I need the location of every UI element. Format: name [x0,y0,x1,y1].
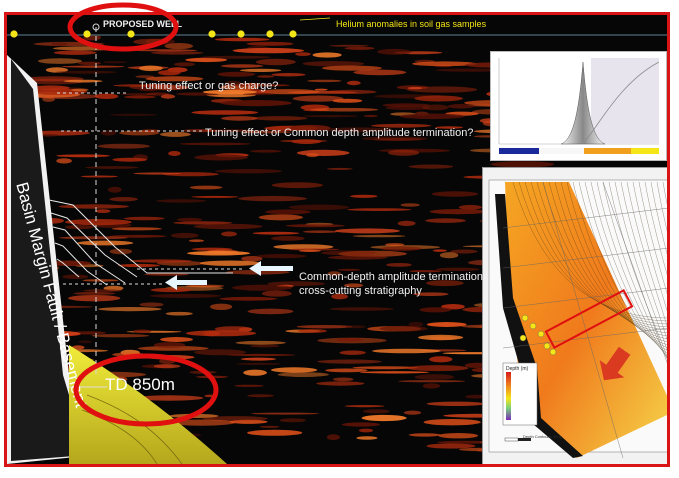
helium-marker [208,30,216,38]
td-label: TD 850m [105,375,175,394]
map-helium-marker [529,322,537,330]
proposed-well-label: PROPOSED WELL [103,19,183,29]
depth-map-inset: Depth (m) Depth Contours: 20 m [482,167,667,464]
helium-marker [266,30,274,38]
common-depth-label: Common-depth amplitude terminations, cro… [299,270,492,298]
helium-marker [289,30,297,38]
tuning-gas-label: Tuning effect or gas charge? [139,80,279,92]
common-depth-line-1: Common-depth amplitude terminations, [299,271,492,283]
map-helium-marker [543,342,551,350]
amplitude-histogram-inset [490,51,667,161]
common-depth-line-2: cross-cutting stratigraphy [299,285,422,297]
map-helium-marker [549,348,557,356]
helium-marker [237,30,245,38]
tuning-common-label: Tuning effect or Common depth amplitude … [205,127,474,139]
helium-anomalies-label: Helium anomalies in soil gas samples [336,19,487,29]
seismic-panel: Depth (m) Depth Contours: 20 m PROPOSED … [4,12,670,467]
map-helium-marker [537,330,545,338]
map-legend-title: Depth (m) [506,366,529,372]
helium-marker [83,30,91,38]
map-helium-marker [521,314,529,322]
map-helium-marker [519,334,527,342]
helium-marker [10,30,18,38]
helium-marker [127,30,135,38]
map-caption: Depth Contours: 20 m [523,434,563,439]
